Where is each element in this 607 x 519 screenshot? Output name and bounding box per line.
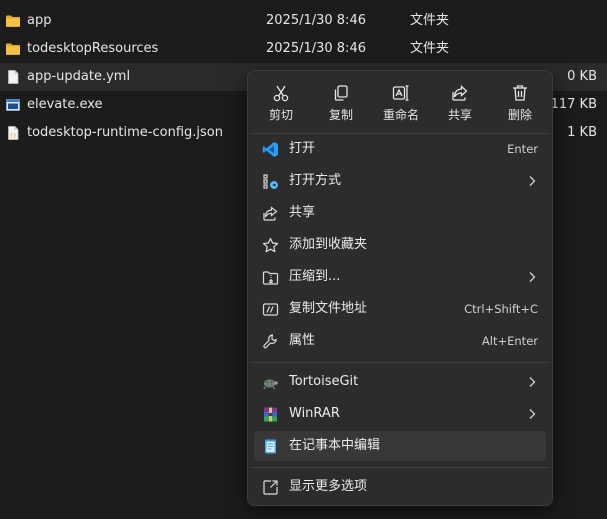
menu-item-label: 复制文件地址 xyxy=(289,301,368,316)
compress-icon xyxy=(262,271,279,285)
folder-icon xyxy=(6,43,20,55)
file-date: 2025/1/30 8:46 xyxy=(266,13,366,28)
file-size: 0 KB xyxy=(567,69,597,84)
menu-item-copy-file-path[interactable]: 复制文件地址 Ctrl+Shift+C xyxy=(254,294,546,324)
menu-item-label: WinRAR xyxy=(289,406,340,421)
menu-item-label: 共享 xyxy=(289,205,316,220)
menu-item-compress-to[interactable]: 压缩到... xyxy=(254,262,546,292)
rename-label: 重命名 xyxy=(382,108,419,122)
menu-item-label: 压缩到... xyxy=(289,269,341,284)
context-menu: 剪切 复制 重命名 共享 删除 打开 Enter 打开方式 共享 添加到收藏夹 … xyxy=(247,70,553,506)
tortoisegit-icon xyxy=(263,379,278,390)
menu-item-share[interactable]: 共享 xyxy=(254,198,546,228)
menu-item-label: 显示更多选项 xyxy=(289,479,368,494)
rename-icon xyxy=(392,85,409,101)
share-label: 共享 xyxy=(447,108,472,122)
properties-icon xyxy=(263,334,277,349)
copy-icon xyxy=(334,85,348,101)
winrar-icon xyxy=(264,407,277,422)
notepad-icon xyxy=(265,439,276,454)
delete-icon xyxy=(513,85,527,101)
cut-label: 剪切 xyxy=(268,108,293,122)
menu-item-add-to-favorites[interactable]: 添加到收藏夹 xyxy=(254,230,546,260)
menu-item-shortcut: Enter xyxy=(507,142,538,156)
vscode-icon xyxy=(262,142,278,157)
chevron-right-icon xyxy=(529,409,536,419)
chevron-right-icon xyxy=(529,377,536,387)
file-size: 1 KB xyxy=(567,125,597,140)
file-size: 117 KB xyxy=(550,97,597,112)
quick-action-bar: 剪切 复制 重命名 共享 删除 xyxy=(248,71,552,129)
menu-item-label: 在记事本中编辑 xyxy=(289,438,381,453)
menu-item-label: 属性 xyxy=(289,333,316,348)
yml-file-icon xyxy=(8,70,19,84)
rename-button[interactable]: 重命名 xyxy=(374,77,428,127)
menu-item-label: 打开 xyxy=(289,141,316,156)
copy-path-icon xyxy=(262,303,279,316)
file-row-todesktopresources[interactable]: todesktopResources 2025/1/30 8:46 文件夹 xyxy=(0,35,607,63)
json-file-icon: {} xyxy=(8,126,19,140)
file-date: 2025/1/30 8:46 xyxy=(266,41,366,56)
menu-item-properties[interactable]: 属性 Alt+Enter xyxy=(254,326,546,356)
delete-button[interactable]: 删除 xyxy=(494,77,546,127)
file-name: todesktop-runtime-config.json xyxy=(27,125,223,140)
more-options-icon xyxy=(263,480,278,495)
star-icon xyxy=(262,237,279,253)
menu-divider xyxy=(250,362,550,363)
menu-item-label: 打开方式 xyxy=(289,173,342,188)
cut-icon xyxy=(273,85,289,102)
file-row-app[interactable]: app 2025/1/30 8:46 文件夹 xyxy=(0,7,607,35)
file-name: elevate.exe xyxy=(27,97,103,112)
menu-item-open[interactable]: 打开 Enter xyxy=(254,134,546,164)
file-type: 文件夹 xyxy=(410,13,450,28)
file-name: app-update.yml xyxy=(27,69,131,84)
delete-label: 删除 xyxy=(507,108,532,122)
chevron-right-icon xyxy=(529,272,536,282)
share-icon xyxy=(452,85,468,101)
svg-text:{}: {} xyxy=(10,133,17,139)
menu-item-winrar[interactable]: WinRAR xyxy=(254,399,546,429)
share-button[interactable]: 共享 xyxy=(434,77,486,127)
copy-button[interactable]: 复制 xyxy=(315,77,367,127)
menu-divider xyxy=(250,467,550,468)
menu-item-shortcut: Alt+Enter xyxy=(481,334,538,348)
menu-item-show-more-options[interactable]: 显示更多选项 xyxy=(254,472,546,502)
menu-item-edit-in-notepad[interactable]: 在记事本中编辑 xyxy=(254,431,546,461)
file-name: todesktopResources xyxy=(27,41,159,56)
menu-item-label: TortoiseGit xyxy=(289,374,359,389)
open-with-icon xyxy=(263,174,278,189)
menu-item-tortoisegit[interactable]: TortoiseGit xyxy=(254,367,546,397)
cut-button[interactable]: 剪切 xyxy=(255,77,307,127)
folder-icon xyxy=(6,15,20,27)
share-icon xyxy=(263,206,278,221)
menu-item-label: 添加到收藏夹 xyxy=(289,237,368,252)
menu-item-shortcut: Ctrl+Shift+C xyxy=(464,302,538,316)
menu-item-open-with[interactable]: 打开方式 xyxy=(254,166,546,196)
file-name: app xyxy=(27,13,52,28)
exe-file-icon xyxy=(6,99,20,111)
chevron-right-icon xyxy=(529,176,536,186)
file-type: 文件夹 xyxy=(410,41,450,56)
copy-label: 复制 xyxy=(328,108,353,122)
